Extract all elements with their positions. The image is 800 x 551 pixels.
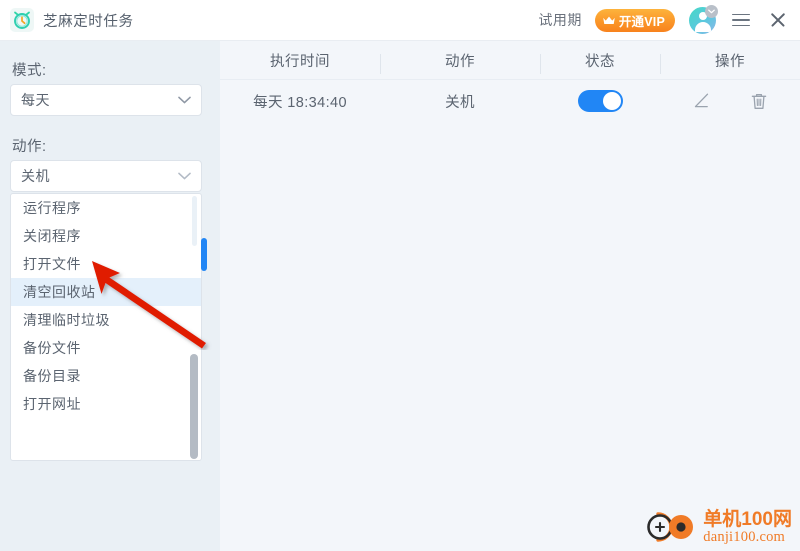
alarm-clock-icon	[10, 8, 34, 32]
chevron-down-icon	[178, 96, 191, 104]
dropdown-option[interactable]: 清理临时垃圾	[11, 306, 201, 334]
danji100-logo-icon	[647, 512, 694, 543]
dropdown-option[interactable]: 备份文件	[11, 334, 201, 362]
close-icon[interactable]	[768, 10, 788, 30]
dropdown-scrollbar-track	[192, 196, 197, 246]
titlebar-actions: 试用期 开通VIP	[538, 4, 800, 34]
avatar[interactable]	[689, 4, 718, 34]
status-toggle[interactable]	[577, 90, 623, 112]
task-list-panel: 执行时间 动作 状态 操作 每天 18:34:40 关机	[220, 41, 800, 551]
app-title: 芝麻定时任务	[43, 13, 134, 30]
cell-operations	[660, 92, 800, 111]
column-header-action: 动作	[380, 50, 540, 74]
action-select-value: 关机	[21, 168, 50, 184]
edit-pencil-icon[interactable]	[692, 92, 710, 110]
hamburger-menu-icon[interactable]	[732, 10, 752, 30]
table-header: 执行时间 动作 状态 操作	[220, 41, 800, 80]
vip-button-label: 开通VIP	[618, 14, 665, 29]
chevron-down-icon	[178, 172, 191, 180]
cell-action: 关机	[445, 94, 475, 111]
dropdown-option[interactable]: 打开网址	[11, 390, 201, 418]
action-dropdown-list[interactable]: 运行程序 关闭程序 打开文件 清空回收站 清理临时垃圾 备份文件 备份目录 打开网址	[10, 193, 202, 461]
mode-select-value: 每天	[21, 92, 50, 108]
column-header-operations: 操作	[660, 50, 800, 74]
table-row: 每天 18:34:40 关机	[220, 80, 800, 122]
mode-label: 模式:	[12, 63, 47, 79]
panel-scrollbar-thumb[interactable]	[201, 238, 207, 271]
watermark-site-url: danji100.com	[703, 528, 786, 545]
dropdown-options: 运行程序 关闭程序 打开文件 清空回收站 清理临时垃圾 备份文件 备份目录 打开网址	[11, 194, 201, 418]
cell-status	[540, 90, 660, 112]
dropdown-option[interactable]: 清空回收站	[11, 278, 201, 306]
trash-can-icon[interactable]	[750, 92, 768, 111]
upgrade-vip-button[interactable]: 开通VIP	[594, 8, 675, 32]
crown-icon	[603, 16, 615, 24]
dropdown-scrollbar-thumb[interactable]	[190, 354, 198, 459]
action-select[interactable]: 关机	[10, 160, 202, 192]
cell-execution-time: 每天 18:34:40	[253, 94, 347, 111]
trial-status-label: 试用期	[538, 12, 582, 28]
watermark: 单机100网 danji100.com	[645, 508, 792, 545]
dropdown-option[interactable]: 关闭程序	[11, 222, 201, 250]
watermark-site-name: 单机100网	[703, 508, 792, 530]
dropdown-option[interactable]: 备份目录	[11, 362, 201, 390]
settings-panel: 模式: 每天 动作: 关机 运行程序 关闭程序 打开文件 清空回收站 清理临时垃圾 备份文…	[0, 41, 220, 551]
dropdown-option[interactable]: 运行程序	[11, 194, 201, 222]
column-header-time: 执行时间	[270, 53, 330, 70]
column-header-status: 状态	[540, 50, 660, 74]
action-label: 动作:	[12, 139, 47, 155]
mode-select[interactable]: 每天	[10, 84, 202, 116]
dropdown-option[interactable]: 打开文件	[11, 250, 201, 278]
title-bar: 芝麻定时任务 试用期 开通VIP	[0, 0, 800, 41]
chevron-down-icon[interactable]	[705, 4, 718, 18]
